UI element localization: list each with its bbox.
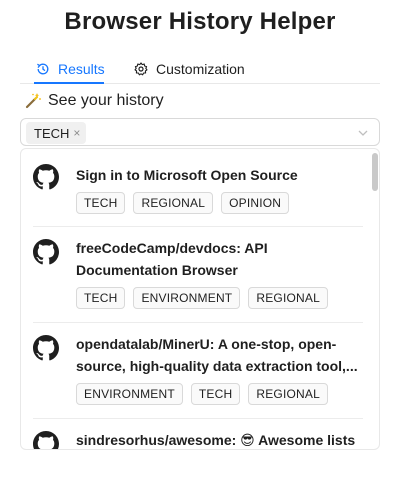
tag: REGIONAL (248, 383, 328, 405)
tag: TECH (190, 383, 241, 405)
divider (33, 418, 363, 419)
history-icon (36, 62, 50, 76)
result-title[interactable]: freeCodeCamp/devdocs: API Documentation … (76, 237, 364, 281)
tag-filter-select[interactable]: TECH × (20, 118, 380, 146)
section-heading-text: See your history (48, 92, 164, 109)
divider (33, 226, 363, 227)
chevron-down-icon[interactable] (357, 126, 369, 138)
remove-tag-icon[interactable]: × (73, 126, 80, 140)
github-icon (33, 164, 59, 190)
tag: OPINION (221, 192, 290, 214)
app-title: Browser History Helper (64, 8, 336, 35)
divider (33, 322, 363, 323)
selected-tag-label: TECH (34, 125, 70, 141)
github-icon (33, 431, 59, 449)
tab-bar: Results Customization (20, 50, 380, 84)
tab-results-label: Results (58, 61, 105, 77)
tag: TECH (76, 192, 126, 214)
github-icon (33, 335, 59, 361)
result-title[interactable]: Sign in to Microsoft Open Source (76, 164, 364, 186)
scrollbar-thumb[interactable] (372, 153, 378, 191)
tab-customization-label: Customization (156, 61, 245, 77)
magic-wand-icon (24, 92, 42, 110)
tag-list: ENVIRONMENT TECH REGIONAL (76, 383, 328, 405)
tag: REGIONAL (248, 287, 328, 309)
tag: ENVIRONMENT (133, 287, 241, 309)
github-icon (33, 239, 59, 265)
tab-results[interactable]: Results (36, 54, 105, 84)
section-heading: See your history (24, 90, 164, 112)
active-tab-indicator (34, 82, 104, 84)
gear-icon (134, 62, 148, 76)
tag: ENVIRONMENT (76, 383, 183, 405)
tag: REGIONAL (133, 192, 214, 214)
result-title[interactable]: sindresorhus/awesome: 😎 Awesome lists (76, 429, 364, 449)
tag-list: TECH ENVIRONMENT REGIONAL (76, 287, 328, 309)
selected-tag-chip: TECH × (26, 122, 87, 144)
tag-list: TECH REGIONAL OPINION (76, 192, 290, 214)
tag: TECH (76, 287, 126, 309)
list-item[interactable]: sindresorhus/awesome: 😎 Awesome lists (33, 429, 364, 449)
results-list[interactable]: Sign in to Microsoft Open Source TECH RE… (20, 148, 380, 450)
list-item[interactable]: Sign in to Microsoft Open Source TECH RE… (33, 164, 363, 228)
list-item[interactable]: freeCodeCamp/devdocs: API Documentation … (33, 237, 363, 317)
result-title[interactable]: opendatalab/MinerU: A one-stop, open-sou… (76, 333, 364, 377)
tab-customization[interactable]: Customization (134, 54, 245, 84)
list-item[interactable]: opendatalab/MinerU: A one-stop, open-sou… (33, 333, 363, 413)
